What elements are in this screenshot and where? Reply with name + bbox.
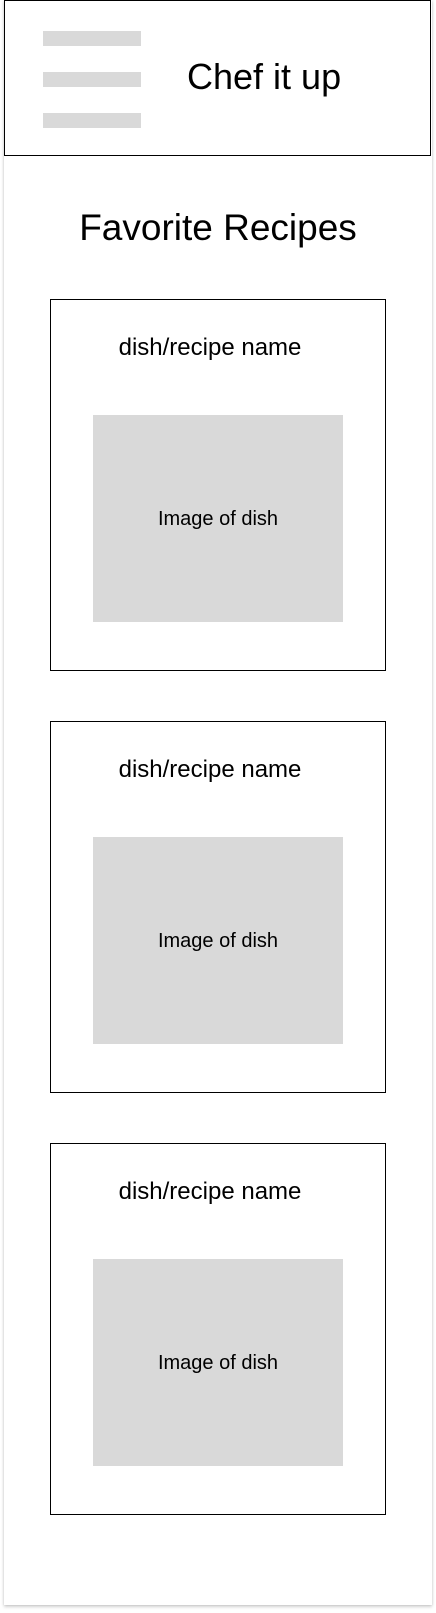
recipe-name: dish/recipe name: [118, 756, 302, 783]
menu-bar-top: [43, 31, 141, 46]
dish-image-placeholder: Image of dish: [93, 415, 343, 622]
dish-image-placeholder: Image of dish: [93, 837, 343, 1044]
dish-image-label: Image of dish: [157, 1352, 279, 1374]
phone-frame: Chef it up Favorite Recipes dish/recipe …: [4, 0, 432, 1605]
menu-bar-middle: [43, 72, 141, 87]
recipe-card[interactable]: dish/recipe name Image of dish: [50, 299, 386, 671]
page-title: Favorite Recipes: [79, 207, 357, 248]
dish-image-placeholder: Image of dish: [93, 1259, 343, 1466]
dish-image-label: Image of dish: [157, 930, 279, 952]
dish-image-label: Image of dish: [157, 508, 279, 530]
recipe-card[interactable]: dish/recipe name Image of dish: [50, 1143, 386, 1515]
recipe-name: dish/recipe name: [118, 1178, 302, 1205]
menu-bar-bottom: [43, 113, 141, 128]
recipe-name: dish/recipe name: [118, 334, 302, 361]
app-header: Chef it up: [4, 0, 431, 156]
recipe-card[interactable]: dish/recipe name Image of dish: [50, 721, 386, 1093]
hamburger-menu-icon[interactable]: [43, 31, 141, 129]
app-title: Chef it up: [187, 56, 342, 97]
